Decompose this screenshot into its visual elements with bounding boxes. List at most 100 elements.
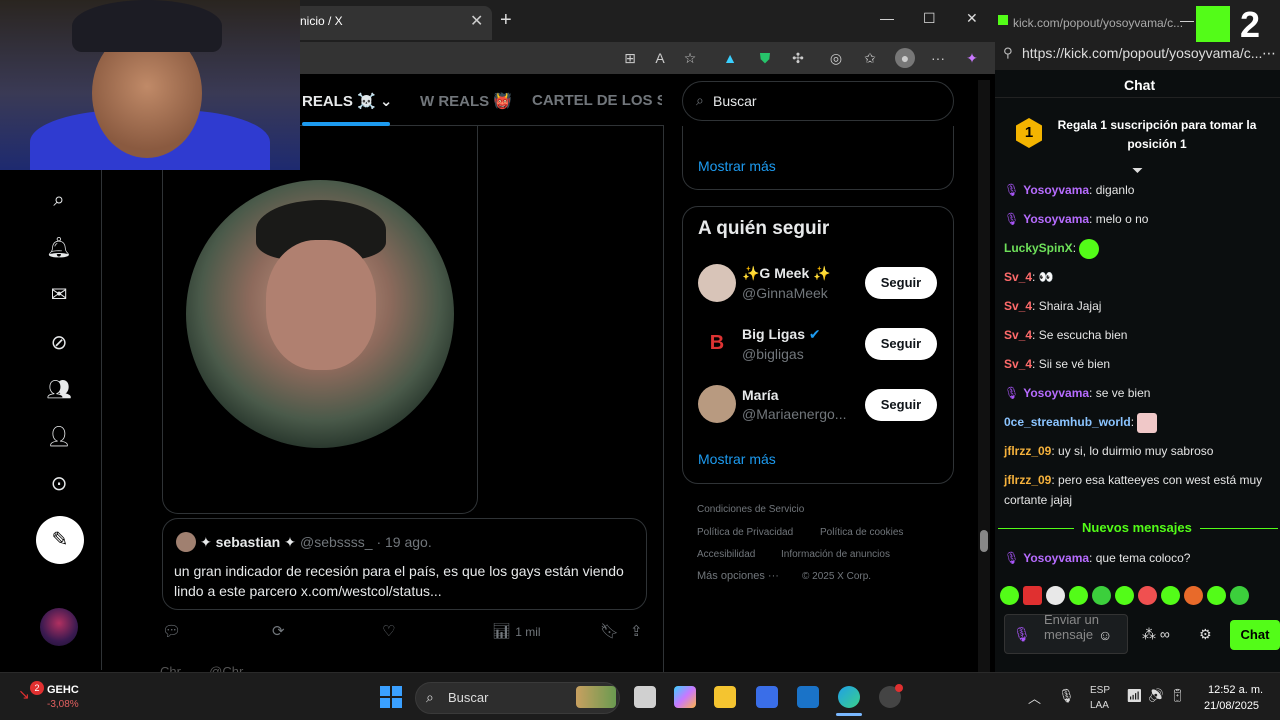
- chat-username[interactable]: LuckySpinX: [1004, 241, 1073, 255]
- chat-users-icon[interactable]: ⁂ ∞: [1142, 626, 1170, 643]
- emoji-picker-icon[interactable]: ☺: [1098, 627, 1112, 643]
- emote-icon[interactable]: [1184, 586, 1203, 605]
- share-icon[interactable]: ⇪: [630, 622, 643, 640]
- gear-icon[interactable]: ⚙: [1199, 626, 1212, 643]
- close-tab-icon[interactable]: ✕: [470, 11, 483, 31]
- footer-link-terms[interactable]: Condiciones de Servicio: [697, 504, 804, 515]
- bookmark-icon[interactable]: 🔖︎: [600, 622, 619, 640]
- new-tab-icon[interactable]: +: [500, 9, 512, 32]
- profile-icon[interactable]: ●: [895, 48, 915, 68]
- chat-username[interactable]: Yosoyvama: [1023, 183, 1089, 197]
- like-heart-icon[interactable]: ♡: [382, 622, 395, 640]
- footer-link-cookies[interactable]: Política de cookies: [820, 527, 903, 538]
- emote-icon[interactable]: [1069, 586, 1088, 605]
- footer-more-options[interactable]: Más opciones ···: [697, 570, 779, 582]
- chat-username[interactable]: Yosoyvama: [1023, 212, 1089, 226]
- emote-icon[interactable]: [1092, 586, 1111, 605]
- emote-icon[interactable]: [1230, 586, 1249, 605]
- show-hidden-icons-chevron-icon[interactable]: ︿: [1028, 688, 1041, 707]
- footer-link-ads-info[interactable]: Información de anuncios: [781, 549, 890, 560]
- chat-username[interactable]: Sv_4: [1004, 328, 1032, 342]
- x-scrollbar-thumb[interactable]: [980, 530, 988, 552]
- edge-icon[interactable]: [838, 686, 860, 708]
- copilot-app-icon[interactable]: [674, 686, 696, 708]
- suggestion-name[interactable]: María: [742, 387, 779, 403]
- who-to-follow-show-more-link[interactable]: Mostrar más: [698, 451, 776, 467]
- chat-username[interactable]: Sv_4: [1004, 299, 1032, 313]
- extension-icon[interactable]: ▲: [720, 48, 740, 68]
- account-avatar[interactable]: [40, 608, 78, 646]
- chat-username[interactable]: Yosoyvama: [1023, 551, 1089, 565]
- maximize-icon[interactable]: ☐: [923, 10, 936, 27]
- favorites-icon[interactable]: ✩: [860, 48, 880, 68]
- outlook-icon[interactable]: [797, 686, 819, 708]
- quote-author-handle[interactable]: @sebssss_ · 19 ago.: [300, 534, 432, 550]
- close-window-icon[interactable]: ✕: [966, 10, 978, 27]
- split-screen-icon[interactable]: ◎: [826, 48, 846, 68]
- views-button[interactable]: 📊︎ 1 mil: [492, 622, 541, 640]
- follow-button[interactable]: Seguir: [865, 328, 937, 360]
- chat-username[interactable]: Sv_4: [1004, 357, 1032, 371]
- suggestion-avatar[interactable]: [698, 385, 736, 423]
- new-messages-label[interactable]: Nuevos mensajes: [1074, 520, 1200, 535]
- trends-show-more-link[interactable]: Mostrar más: [698, 158, 776, 174]
- stock-ticker[interactable]: GEHC: [47, 684, 79, 696]
- emote-icon[interactable]: [1138, 586, 1157, 605]
- wifi-volume-battery-icons[interactable]: 📶︎🔊︎🔋︎: [1126, 688, 1191, 704]
- notifications-bell-icon[interactable]: 🔔︎: [46, 235, 72, 261]
- compose-post-button[interactable]: ✎: [36, 516, 84, 564]
- search-input[interactable]: Buscar: [713, 93, 757, 109]
- taskbar-search-label[interactable]: Buscar: [448, 690, 488, 705]
- puzzle-icon[interactable]: ✣: [788, 48, 808, 68]
- more-circle-icon[interactable]: ⊙: [46, 471, 72, 497]
- chat-username[interactable]: Sv_4: [1004, 270, 1032, 284]
- messages-envelope-icon[interactable]: ✉: [46, 282, 72, 308]
- tab-cartel[interactable]: CARTEL DE LOS SAP: [532, 92, 662, 109]
- chat-input-placeholder[interactable]: Enviar un mensaje: [1044, 612, 1104, 642]
- site-info-icon[interactable]: ⚲: [1003, 45, 1013, 61]
- file-explorer-icon[interactable]: [714, 686, 736, 708]
- expand-arrow-icon[interactable]: ⏷: [1132, 162, 1143, 179]
- quote-author-name[interactable]: ✦ sebastian ✦: [200, 534, 296, 551]
- emote-icon[interactable]: [1046, 586, 1065, 605]
- chat-username[interactable]: 0ce_streamhub_world: [1004, 415, 1131, 429]
- quote-avatar[interactable]: [176, 532, 196, 552]
- profile-person-icon[interactable]: 👤︎: [46, 424, 72, 450]
- windows-start-button[interactable]: [380, 686, 402, 708]
- more-menu-icon[interactable]: ···: [928, 48, 948, 68]
- microphone-icon[interactable]: 🎙︎: [1058, 688, 1075, 704]
- emote-icon[interactable]: [1207, 586, 1226, 605]
- kick-url[interactable]: https://kick.com/popout/yosoyvama/c...: [1022, 45, 1262, 61]
- communities-icon[interactable]: 👥︎: [46, 377, 72, 403]
- suggestion-name[interactable]: ✨G Meek ✨: [742, 265, 831, 282]
- tab-w-reals[interactable]: W REALS 👹: [420, 92, 512, 110]
- clock-time[interactable]: 12:52 a. m.: [1208, 684, 1263, 696]
- chat-username[interactable]: jflrzz_09: [1004, 473, 1051, 487]
- minimize-icon[interactable]: —: [880, 10, 894, 26]
- suggestion-avatar[interactable]: [698, 264, 736, 302]
- emote-icon[interactable]: [1115, 586, 1134, 605]
- input-layout[interactable]: LAA: [1090, 700, 1109, 711]
- post-profile-photo[interactable]: [186, 180, 454, 448]
- store-icon[interactable]: [756, 686, 778, 708]
- repost-icon[interactable]: ⟳: [272, 622, 285, 640]
- chat-username[interactable]: jflrzz_09: [1004, 444, 1051, 458]
- grok-icon[interactable]: ⊘: [46, 330, 72, 356]
- minimize-icon[interactable]: —: [1180, 12, 1194, 28]
- reply-icon[interactable]: 💬︎: [162, 622, 181, 640]
- tab-reals[interactable]: REALS ☠️ ⌄: [302, 92, 392, 110]
- emote-icon[interactable]: [1023, 586, 1042, 605]
- read-aloud-icon[interactable]: A: [650, 48, 670, 68]
- footer-link-privacy[interactable]: Política de Privacidad: [697, 527, 793, 538]
- suggestion-avatar[interactable]: B: [698, 324, 736, 362]
- task-view-icon[interactable]: [634, 686, 656, 708]
- emote-icon[interactable]: [1161, 586, 1180, 605]
- footer-link-accessibility[interactable]: Accesibilidad: [697, 549, 755, 560]
- x-scrollbar[interactable]: [978, 80, 990, 672]
- emote-icon[interactable]: [1000, 586, 1019, 605]
- app-grid-icon[interactable]: ⊞: [620, 48, 640, 68]
- favorite-star-icon[interactable]: ☆: [680, 48, 700, 68]
- follow-button[interactable]: Seguir: [865, 267, 937, 299]
- follow-button[interactable]: Seguir: [865, 389, 937, 421]
- input-language[interactable]: ESP: [1090, 685, 1110, 696]
